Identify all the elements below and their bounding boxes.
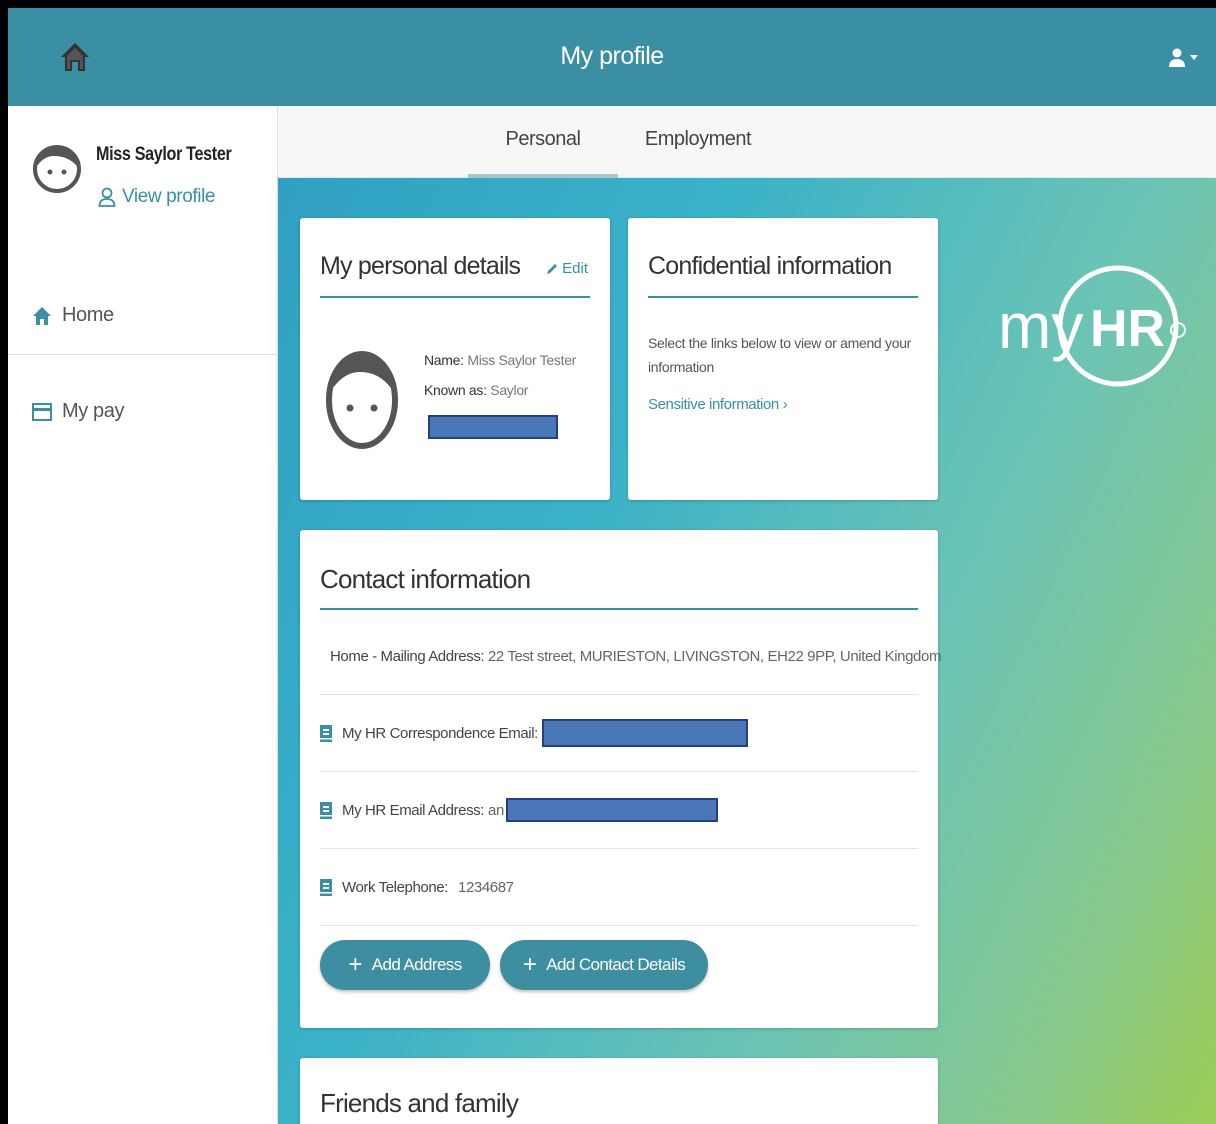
divider <box>8 354 278 355</box>
home-icon <box>33 306 51 325</box>
pencil-icon <box>547 263 558 274</box>
avatar <box>32 142 82 194</box>
card-title: My personal details <box>320 252 521 280</box>
confidential-card: Confidential information Select the link… <box>628 218 938 500</box>
name-value: Miss Saylor Tester <box>467 352 577 368</box>
sensitive-information-link[interactable]: Sensitive information › <box>648 396 788 413</box>
user-outline-icon <box>98 187 116 207</box>
confidential-description: Select the links below to view or amend … <box>648 335 912 375</box>
edit-label: Edit <box>562 260 588 277</box>
user-icon <box>1169 48 1185 67</box>
telephone-label: Work Telephone: <box>342 878 449 896</box>
divider <box>320 296 590 298</box>
redaction-box <box>541 719 748 747</box>
plus-icon: + <box>348 951 362 978</box>
redaction-box <box>428 415 558 439</box>
view-profile-link[interactable]: View profile <box>98 186 215 208</box>
link-label: Sensitive information <box>648 396 779 413</box>
edit-button[interactable]: Edit <box>546 260 588 277</box>
address-value: 22 Test street, MURIESTON, LIVINGSTON, E… <box>487 647 942 665</box>
add-contact-label: Add Contact Details <box>546 955 686 974</box>
email-value: an <box>488 801 504 819</box>
contact-row-correspondence-email: My HR Correspondence Email: <box>320 695 918 772</box>
chevron-right-icon: › <box>782 396 788 413</box>
myhr-logo: my HR <box>998 256 1198 416</box>
redaction-box <box>505 798 718 822</box>
sidebar-item-label: Home <box>62 304 114 326</box>
page-title: My profile <box>560 42 664 70</box>
user-menu[interactable] <box>1168 48 1198 68</box>
main-content: Personal Employment My personal details … <box>278 106 1216 1124</box>
correspondence-email-label: My HR Correspondence Email: <box>342 724 538 742</box>
divider <box>320 608 918 610</box>
card-title: Friends and family <box>320 1088 519 1118</box>
email-label: My HR Email Address: <box>342 801 485 819</box>
contact-row-email: My HR Email Address: an <box>320 772 918 849</box>
sidebar-item-label: My pay <box>62 400 125 422</box>
logo-text-hr: HR <box>1090 300 1165 358</box>
contact-icon <box>320 878 332 896</box>
divider <box>648 296 918 298</box>
sidebar-item-home[interactable]: Home <box>32 304 114 327</box>
telephone-value: 1234687 <box>458 878 514 896</box>
known-as-label: Known as: <box>424 382 487 398</box>
name-field: Name: Miss Saylor Tester <box>424 352 576 368</box>
tab-personal[interactable]: Personal <box>468 128 618 178</box>
friends-and-family-card: Friends and family <box>300 1058 938 1124</box>
avatar <box>324 336 400 452</box>
known-as-value: Saylor <box>490 382 529 398</box>
chevron-down-icon <box>1190 55 1198 60</box>
add-address-button[interactable]: + Add Address <box>320 940 490 990</box>
user-name: Miss Saylor Tester <box>96 144 232 165</box>
logo-text-my: my <box>998 290 1083 362</box>
add-address-label: Add Address <box>371 955 462 974</box>
card-title: Confidential information <box>648 252 892 280</box>
contact-icon <box>320 724 332 742</box>
plus-icon: + <box>522 951 537 978</box>
contact-icon <box>320 801 332 819</box>
known-as-field: Known as: Saylor <box>424 382 528 398</box>
card-title: Contact information <box>320 564 531 594</box>
add-contact-details-button[interactable]: + Add Contact Details <box>500 940 708 990</box>
tab-employment[interactable]: Employment <box>623 128 773 178</box>
personal-details-card: My personal details Edit Name: Miss Sayl… <box>300 218 610 500</box>
card-icon <box>32 402 52 421</box>
app-frame: My profile Miss Saylor Tester View profi… <box>8 8 1216 1124</box>
contact-row-telephone: Work Telephone: 1234687 <box>320 849 918 926</box>
address-label: Home - Mailing Address: <box>330 647 485 665</box>
sidebar: Miss Saylor Tester View profile Home My … <box>8 106 278 1124</box>
view-profile-label: View profile <box>122 186 216 207</box>
name-label: Name: <box>424 352 464 368</box>
sidebar-item-my-pay[interactable]: My pay <box>32 400 124 423</box>
contact-information-card: Contact information Home - Mailing Addre… <box>300 530 941 1028</box>
tab-bar: Personal Employment <box>278 106 1216 178</box>
contact-row-address: Home - Mailing Address: 22 Test street, … <box>320 618 941 695</box>
top-bar: My profile <box>8 8 1216 106</box>
